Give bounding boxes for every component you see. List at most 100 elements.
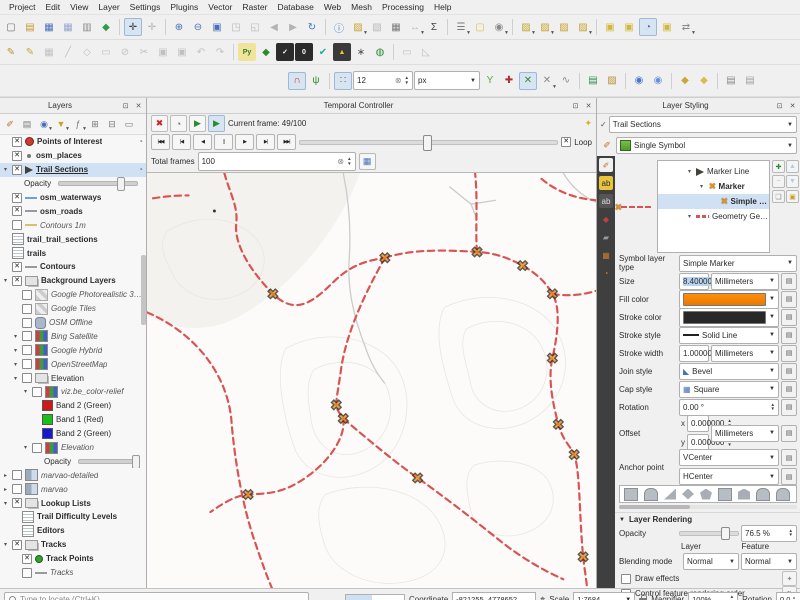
layer-opacity-slider[interactable]: Opacity: [0, 177, 146, 191]
menu-database[interactable]: Database: [272, 2, 318, 12]
expander-icon[interactable]: ▾: [686, 168, 693, 175]
data-defined-override-icon[interactable]: ▤: [781, 468, 797, 485]
layer-item[interactable]: trails: [0, 246, 146, 260]
statistical-summary-icon[interactable]: Σ: [425, 18, 443, 36]
data-defined-override-icon[interactable]: ▤: [781, 449, 797, 466]
layer-checkbox[interactable]: ✕: [12, 206, 22, 216]
map-tips-icon[interactable]: ▣: [658, 18, 676, 36]
new-bookmark-icon[interactable]: ▣: [601, 18, 619, 36]
temporal-off-icon[interactable]: ✖: [151, 115, 168, 132]
duplicate-icon[interactable]: ❏: [772, 190, 785, 203]
expander-icon[interactable]: ▾: [698, 183, 705, 190]
marker-shape-arch[interactable]: [776, 488, 790, 501]
pan-map-icon[interactable]: ✛: [124, 18, 142, 36]
layer-checkbox[interactable]: [22, 373, 32, 383]
snap-intersection-icon[interactable]: ✕: [519, 72, 537, 90]
marker-shape-square[interactable]: [718, 488, 732, 501]
zoom-next-icon[interactable]: ▶: [284, 18, 302, 36]
close-icon[interactable]: ✕: [583, 100, 594, 111]
marker-shape-arch[interactable]: [644, 488, 658, 501]
offset-x-input[interactable]: 0.000000▲▼: [687, 415, 709, 432]
cut-features-icon[interactable]: ✂: [135, 43, 153, 61]
layer-checkbox[interactable]: ✕: [22, 554, 32, 564]
temporal-fixed-range-icon[interactable]: ◔: [170, 115, 187, 132]
data-defined-override-icon[interactable]: ▤: [781, 381, 797, 398]
select-by-value-icon[interactable]: ▨▼: [536, 18, 554, 36]
layer-checkbox[interactable]: [12, 220, 22, 230]
identify-features-icon[interactable]: ⓘ: [330, 18, 348, 36]
move-down-icon[interactable]: ▼: [786, 175, 799, 188]
layer-list-icon[interactable]: ☰▼: [452, 18, 470, 36]
expander-icon[interactable]: ▾: [12, 361, 19, 368]
zoom-out-icon[interactable]: ⊖: [189, 18, 207, 36]
layer-checkbox[interactable]: [32, 387, 42, 397]
temporal-animated-icon[interactable]: ▶: [189, 115, 206, 132]
cloud-upload-icon[interactable]: ◉: [649, 72, 667, 90]
open-layer-styling-icon[interactable]: ✐: [2, 116, 18, 132]
processing-toolbox-icon[interactable]: ▨: [603, 72, 621, 90]
layer-checkbox[interactable]: [22, 331, 32, 341]
layer-item[interactable]: Trail Difficulty Levels: [0, 510, 146, 524]
close-icon[interactable]: ✕: [787, 100, 798, 111]
temporal-settings-icon[interactable]: ✦: [584, 118, 592, 129]
data-defined-override-icon[interactable]: ▤: [781, 363, 797, 380]
current-edits-icon[interactable]: ✎: [2, 43, 20, 61]
mesh-tools-icon[interactable]: ▤: [741, 72, 759, 90]
georeferencer-icon[interactable]: ◺: [417, 43, 435, 61]
labels-tab-icon[interactable]: ab: [599, 176, 613, 190]
layer-item[interactable]: ▾OpenStreetMap: [0, 357, 146, 371]
layer-item[interactable]: ✕osm_places: [0, 149, 146, 163]
menu-mesh[interactable]: Mesh: [346, 2, 377, 12]
layer-checkbox[interactable]: [22, 568, 32, 578]
marker-shape-tri[interactable]: [664, 489, 676, 500]
menu-view[interactable]: View: [65, 2, 93, 12]
paste-features-icon[interactable]: ▣: [173, 43, 191, 61]
topology-edit-icon[interactable]: ∿: [557, 72, 575, 90]
project-save-as-icon[interactable]: ▦: [59, 18, 77, 36]
opacity-thumb[interactable]: [132, 455, 140, 468]
copy-features-icon[interactable]: ▣: [154, 43, 172, 61]
layer-item[interactable]: ▾✕Lookup Lists: [0, 496, 146, 510]
expander-icon[interactable]: ▸: [2, 472, 9, 479]
data-defined-override-icon[interactable]: ▤: [781, 425, 797, 442]
menu-plugins[interactable]: Plugins: [165, 2, 203, 12]
vertex-tool-icon[interactable]: ◇: [78, 43, 96, 61]
temporal-slider[interactable]: [299, 140, 558, 145]
data-defined-override-icon[interactable]: ▤: [781, 345, 797, 362]
toggle-editing-icon[interactable]: ✎: [21, 43, 39, 61]
symbol-layer-item[interactable]: ▾✚Marker: [658, 179, 769, 194]
menu-web[interactable]: Web: [319, 2, 346, 12]
layer-item[interactable]: ✕Track Points: [0, 552, 146, 566]
marker-shape-arch[interactable]: [796, 488, 797, 501]
marker-shape-diamond[interactable]: [682, 489, 694, 500]
go-first-button[interactable]: |◀◀: [151, 134, 170, 150]
opacity-slider[interactable]: [679, 531, 739, 536]
scale-select[interactable]: 1:7684▼: [573, 592, 635, 600]
play-backward-button[interactable]: ◀: [193, 134, 212, 150]
new-3d-map-icon[interactable]: ◆: [676, 72, 694, 90]
stroke-width-input[interactable]: 1.000000 ⊗ ▲▼: [679, 345, 709, 362]
refresh-map-icon[interactable]: ↻: [303, 18, 321, 36]
layer-checkbox[interactable]: [12, 470, 22, 480]
layer-item[interactable]: ▾Elevation: [0, 371, 146, 385]
play-forward-button[interactable]: ▶: [235, 134, 254, 150]
marker-shape-pent[interactable]: [700, 489, 712, 500]
draw-effects-checkbox[interactable]: [621, 574, 631, 584]
expander-icon[interactable]: ▸: [2, 486, 9, 493]
join-style-select[interactable]: ◣ Bevel▼: [679, 363, 779, 380]
size-unit-select[interactable]: Millimeters▼: [711, 273, 779, 290]
layer-item[interactable]: OSM Offline: [0, 316, 146, 330]
diagrams-tab-icon[interactable]: ▰: [599, 230, 613, 244]
undo-icon[interactable]: ↶: [192, 43, 210, 61]
snapping-mode-icon[interactable]: ∷: [334, 72, 352, 90]
mesh-calculator-icon[interactable]: ▤: [722, 72, 740, 90]
style-manager-icon[interactable]: ◆: [97, 18, 115, 36]
python-console-icon[interactable]: Py: [238, 43, 256, 61]
close-icon[interactable]: ✕: [133, 100, 144, 111]
snap-unit-select[interactable]: px▼: [414, 71, 480, 90]
pan-to-selection-icon[interactable]: ✛: [143, 18, 161, 36]
snap-tolerance-input[interactable]: 12⊗▲▼: [353, 71, 413, 90]
filter-legend-icon[interactable]: ▼▼: [53, 116, 69, 132]
layer-checkbox[interactable]: ✕: [12, 262, 22, 272]
layer-item[interactable]: ✕Points of Interest◔: [0, 135, 146, 149]
